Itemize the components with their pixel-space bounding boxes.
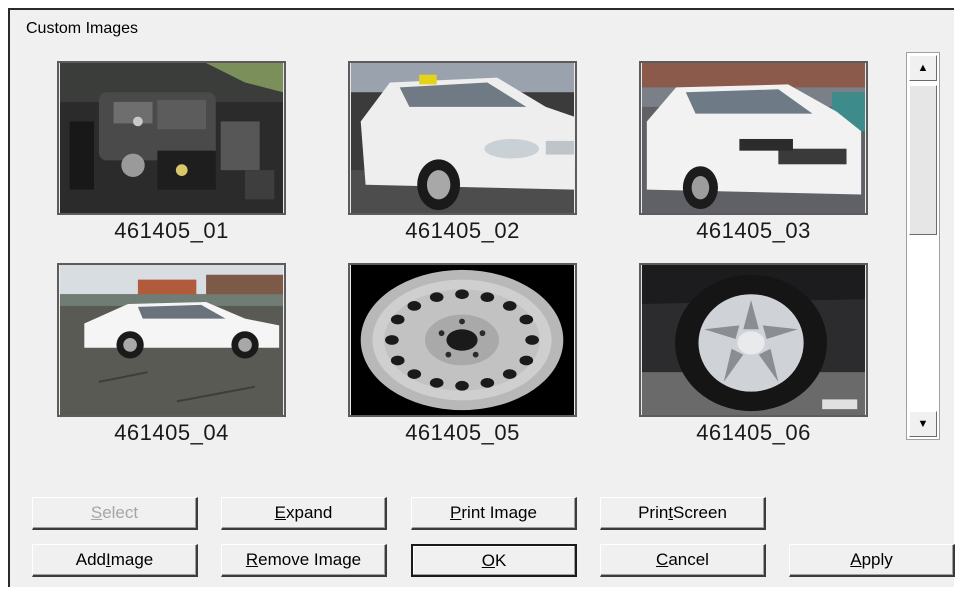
dialog-title: Custom Images xyxy=(26,20,139,37)
image-caption-04: 461405_04 xyxy=(114,420,229,445)
ok-button[interactable]: OK xyxy=(411,544,577,577)
add-image-button[interactable]: Add Image xyxy=(32,544,198,577)
image-thumbnail-02[interactable] xyxy=(348,61,577,215)
image-list-scrollbar[interactable]: ▲ ▼ xyxy=(906,52,940,440)
scrollbar-thumb[interactable] xyxy=(909,85,937,235)
image-thumbnail-04[interactable] xyxy=(57,263,286,417)
remove-image-button[interactable]: Remove Image xyxy=(221,544,387,577)
arrow-down-icon: ▼ xyxy=(917,418,929,430)
image-caption-01: 461405_01 xyxy=(114,218,229,243)
engine-bay-image xyxy=(59,63,284,213)
arrow-up-icon: ▲ xyxy=(917,62,929,74)
image-thumbnail-06[interactable] xyxy=(639,263,868,417)
image-caption-02: 461405_02 xyxy=(405,218,520,243)
image-thumbnail-03[interactable] xyxy=(639,61,868,215)
white-sedan-front-lot-image xyxy=(641,63,866,213)
apply-button[interactable]: Apply xyxy=(789,544,955,577)
alloy-wheel-image xyxy=(641,265,866,415)
white-sedan-front-image xyxy=(350,63,575,213)
scroll-down-button[interactable]: ▼ xyxy=(909,411,937,437)
select-button[interactable]: Select xyxy=(32,497,198,530)
image-caption-06: 461405_06 xyxy=(696,420,811,445)
print-image-button[interactable]: Print Image xyxy=(411,497,577,530)
scroll-up-button[interactable]: ▲ xyxy=(909,55,937,81)
image-caption-05: 461405_05 xyxy=(405,420,520,445)
cancel-button[interactable]: Cancel xyxy=(600,544,766,577)
white-sedan-side-image xyxy=(59,265,284,415)
image-thumbnail-05[interactable] xyxy=(348,263,577,417)
image-thumbnail-01[interactable] xyxy=(57,61,286,215)
image-caption-03: 461405_03 xyxy=(696,218,811,243)
expand-button[interactable]: Expand xyxy=(221,497,387,530)
steel-wheel-image xyxy=(350,265,575,415)
print-screen-button[interactable]: Prin t Screen xyxy=(600,497,766,530)
